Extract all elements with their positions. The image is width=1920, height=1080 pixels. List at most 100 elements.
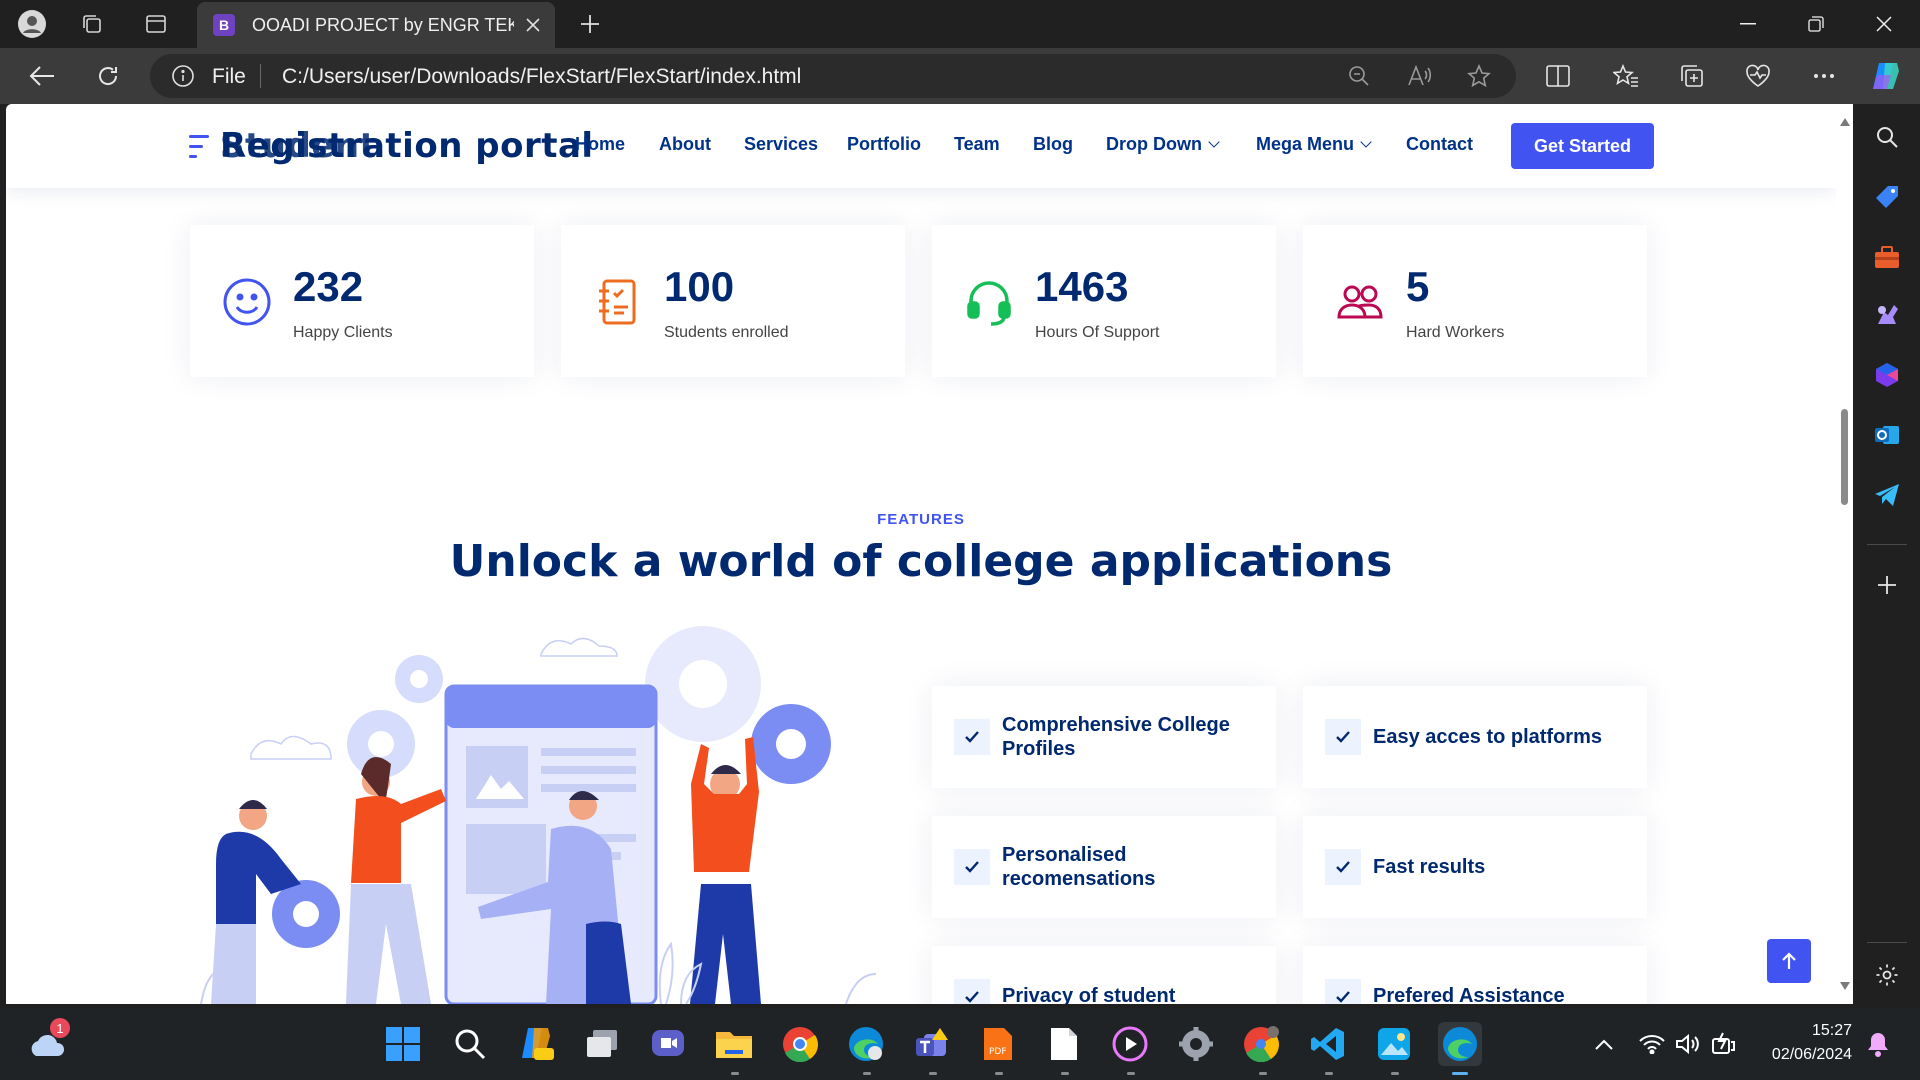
- battery-icon[interactable]: [1702, 1022, 1746, 1066]
- browser-essentials-icon[interactable]: [1740, 58, 1776, 94]
- zoom-icon[interactable]: [1346, 63, 1372, 89]
- favorite-star-icon[interactable]: [1466, 63, 1492, 89]
- edge-active-icon[interactable]: [1438, 1022, 1482, 1066]
- nav-blog[interactable]: Blog: [1033, 134, 1073, 155]
- close-tab-icon[interactable]: [521, 13, 545, 37]
- split-screen-icon[interactable]: [1540, 58, 1576, 94]
- browser-toolbar: File C:/Users/user/Downloads/FlexStart/F…: [0, 48, 1920, 104]
- address-scheme: File: [212, 65, 246, 88]
- nav-contact[interactable]: Contact: [1406, 134, 1473, 155]
- notepad-icon[interactable]: [1042, 1022, 1086, 1066]
- running-indicator: [929, 1072, 937, 1075]
- shopping-tag-icon[interactable]: [1872, 182, 1902, 212]
- refresh-icon[interactable]: [90, 58, 126, 94]
- address-url[interactable]: C:/Users/user/Downloads/FlexStart/FlexSt…: [282, 65, 801, 89]
- stat-value: 5: [1406, 263, 1430, 310]
- feature-item: Easy acces to platforms: [1303, 686, 1647, 788]
- copilot-pre-icon[interactable]: [514, 1022, 558, 1066]
- teams-icon[interactable]: [910, 1022, 954, 1066]
- minimize-icon[interactable]: [1714, 0, 1782, 48]
- weather-icon[interactable]: 1: [26, 1018, 70, 1066]
- file-explorer-icon[interactable]: [712, 1022, 756, 1066]
- feature-label: Privacy of student: [1002, 985, 1176, 1004]
- clock-date[interactable]: 02/06/2024: [1752, 1046, 1852, 1064]
- close-window-icon[interactable]: [1850, 0, 1918, 48]
- chevron-up-icon[interactable]: [1582, 1022, 1626, 1066]
- nav-mega-menu[interactable]: Mega Menu: [1256, 134, 1372, 155]
- tools-icon[interactable]: [1872, 242, 1902, 272]
- nav-dropdown[interactable]: Drop Down: [1106, 134, 1220, 155]
- read-aloud-icon[interactable]: [1406, 63, 1432, 89]
- profile-icon[interactable]: [14, 6, 50, 42]
- vscode-icon[interactable]: [1306, 1022, 1350, 1066]
- new-tab-icon[interactable]: [572, 6, 608, 42]
- pdf-app-icon[interactable]: PDF: [976, 1022, 1020, 1066]
- teams-meet-icon[interactable]: [646, 1022, 690, 1066]
- games-icon[interactable]: [1872, 300, 1902, 330]
- check-icon: [954, 719, 990, 755]
- stat-card-happy-clients: 232 Happy Clients: [190, 225, 534, 377]
- task-view-icon[interactable]: [580, 1022, 624, 1066]
- running-indicator: [1061, 1072, 1069, 1075]
- check-icon: [954, 979, 990, 1004]
- site-info-icon[interactable]: [172, 65, 194, 87]
- nav-mega-label: Mega Menu: [1256, 134, 1355, 154]
- more-menu-icon[interactable]: [1806, 58, 1842, 94]
- tab-actions-icon[interactable]: [138, 6, 174, 42]
- logo-mark-icon[interactable]: [189, 133, 211, 163]
- outlook-icon[interactable]: [1872, 420, 1902, 450]
- nav-team[interactable]: Team: [954, 134, 1000, 155]
- tab-favicon: B: [213, 14, 235, 36]
- edge-profile-icon[interactable]: [844, 1022, 888, 1066]
- logo-text-overlay: Student: [220, 126, 377, 166]
- active-tab[interactable]: B OOADI PROJECT by ENGR TEKO: [197, 2, 555, 48]
- scroll-up-icon[interactable]: [1840, 118, 1850, 126]
- address-divider: [260, 64, 261, 88]
- nav-about[interactable]: About: [659, 134, 711, 155]
- running-indicator: [1325, 1072, 1333, 1075]
- feature-item: Prefered Assistance: [1303, 946, 1647, 1004]
- feature-label: Fast results: [1373, 856, 1486, 878]
- scroll-thumb[interactable]: [1841, 409, 1848, 505]
- settings-gear-icon[interactable]: [1174, 1022, 1218, 1066]
- favorites-icon[interactable]: [1608, 58, 1644, 94]
- photos-icon[interactable]: [1372, 1022, 1416, 1066]
- page-scrollbar[interactable]: [1836, 104, 1853, 1004]
- address-bar[interactable]: File C:/Users/user/Downloads/FlexStart/F…: [150, 54, 1516, 98]
- stat-label: Students enrolled: [664, 324, 789, 341]
- chrome-icon[interactable]: [778, 1022, 822, 1066]
- feature-item: Fast results: [1303, 816, 1647, 918]
- stat-value: 100: [664, 263, 735, 310]
- copilot-icon[interactable]: [1868, 58, 1904, 94]
- back-icon[interactable]: [24, 58, 60, 94]
- workspaces-icon[interactable]: [74, 6, 110, 42]
- start-windows-icon[interactable]: [381, 1022, 425, 1066]
- add-icon[interactable]: [1872, 570, 1902, 600]
- sidebar-divider: [1867, 942, 1907, 943]
- feature-item: Personalised recomensations: [932, 816, 1276, 918]
- notification-bell-icon[interactable]: [1856, 1022, 1900, 1066]
- chrome-profile-icon[interactable]: [1240, 1022, 1284, 1066]
- clock-time[interactable]: 15:27: [1762, 1022, 1852, 1040]
- feature-label: Personalised recomensations: [1002, 844, 1156, 890]
- nav-portfolio[interactable]: Portfolio: [847, 134, 921, 155]
- stat-card-support: 1463 Hours Of Support: [932, 225, 1276, 377]
- nav-services[interactable]: Services: [744, 134, 818, 155]
- scroll-down-icon[interactable]: [1840, 982, 1850, 990]
- media-player-icon[interactable]: [1108, 1022, 1152, 1066]
- back-to-top-button[interactable]: [1767, 939, 1811, 983]
- restore-icon[interactable]: [1782, 0, 1850, 48]
- get-started-button[interactable]: Get Started: [1511, 123, 1654, 169]
- nav-home[interactable]: Home: [575, 134, 625, 155]
- settings-gear-icon[interactable]: [1872, 960, 1902, 990]
- telegram-send-icon[interactable]: [1872, 480, 1902, 510]
- sidebar-divider: [1867, 544, 1907, 545]
- people-icon: [1335, 277, 1385, 327]
- browser-titlebar: B OOADI PROJECT by ENGR TEKO: [0, 0, 1920, 48]
- nav-dropdown-label: Drop Down: [1106, 134, 1202, 154]
- search-icon[interactable]: [1872, 122, 1902, 152]
- collections-icon[interactable]: [1674, 58, 1710, 94]
- microsoft365-icon[interactable]: [1872, 360, 1902, 390]
- search-icon[interactable]: [448, 1022, 492, 1066]
- feature-label: Comprehensive College Profiles: [1002, 714, 1230, 760]
